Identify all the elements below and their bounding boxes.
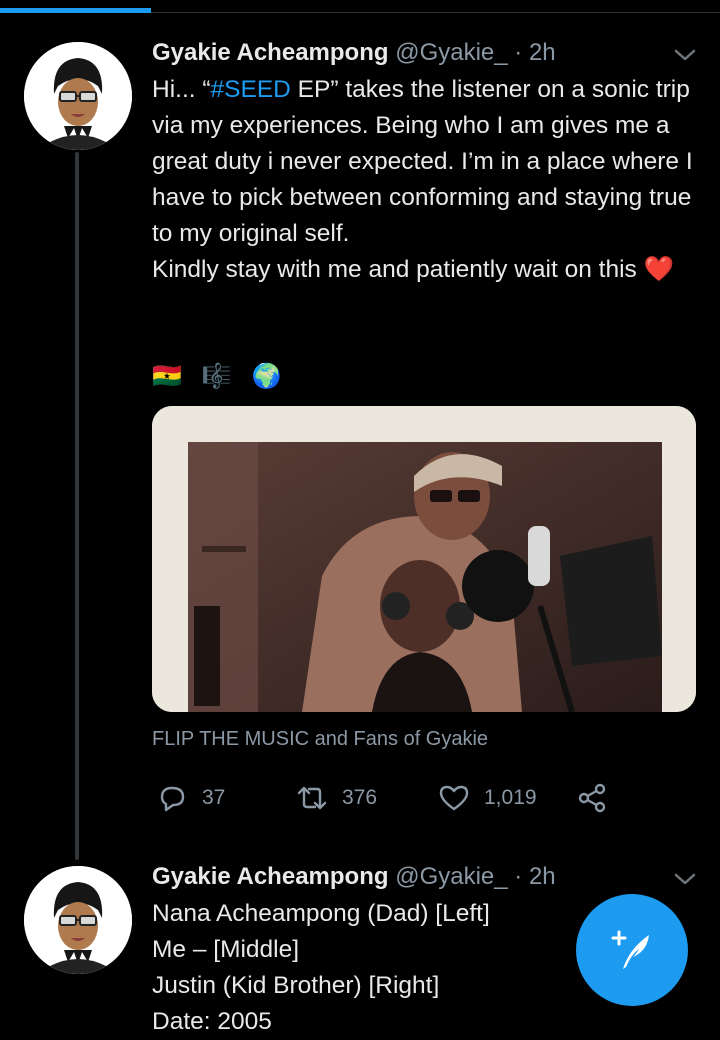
tweet-header: Gyakie Acheampong @Gyakie_ · 2h (152, 862, 556, 892)
tweet-text-body: EP” takes the listener on a sonic trip v… (152, 76, 693, 283)
reply-button[interactable]: 37 (156, 782, 225, 814)
compose-tweet-button[interactable] (576, 894, 688, 1006)
chevron-down-icon[interactable] (672, 46, 698, 64)
like-icon (439, 785, 469, 811)
musical-score-emoji: 🎼 (201, 362, 232, 390)
tagged-users[interactable]: FLIP THE MUSIC and Fans of Gyakie (152, 728, 488, 751)
avatar-illustration (24, 866, 132, 974)
reply-count: 37 (202, 786, 226, 809)
separator-dot: · (514, 863, 523, 890)
hashtag-link[interactable]: #SEED (211, 76, 291, 103)
tweet-text-intro: Hi... “ (152, 76, 211, 103)
loading-progress-bar (0, 0, 720, 16)
retweet-icon (297, 786, 327, 810)
retweet-button[interactable]: 376 (296, 782, 377, 814)
reply-icon (160, 786, 185, 812)
like-button[interactable]: 1,019 (438, 782, 537, 814)
retweet-count: 376 (342, 786, 378, 809)
avatar[interactable] (24, 866, 132, 974)
author-name[interactable]: Gyakie Acheampong (152, 39, 389, 66)
share-button[interactable] (576, 782, 608, 814)
compose-tweet-icon (611, 930, 649, 969)
avatar-illustration (24, 42, 132, 150)
separator-dot: · (514, 39, 523, 66)
progress-fill (0, 8, 152, 13)
globe-emoji: 🌍 (251, 362, 282, 390)
studio-photo (152, 406, 696, 712)
author-name[interactable]: Gyakie Acheampong (152, 863, 389, 890)
tweet-actions: 37 376 1,019 (152, 782, 622, 822)
author-handle[interactable]: @Gyakie_ (395, 863, 507, 890)
author-handle[interactable]: @Gyakie_ (395, 39, 507, 66)
tweet-header: Gyakie Acheampong @Gyakie_ · 2h (152, 38, 556, 68)
thread-connector-line (75, 152, 79, 860)
emoji-row: 🇬🇭 🎼 🌍 (152, 362, 282, 390)
timestamp[interactable]: 2h (529, 39, 556, 66)
tweet-text: Hi... “#SEED EP” takes the listener on a… (152, 72, 707, 288)
like-count: 1,019 (484, 786, 537, 809)
ghana-flag-emoji: 🇬🇭 (152, 362, 182, 390)
chevron-down-icon[interactable] (672, 870, 698, 888)
avatar[interactable] (24, 42, 132, 150)
timestamp[interactable]: 2h (529, 863, 556, 890)
share-icon (578, 783, 606, 813)
tweet-photo[interactable] (152, 406, 696, 712)
